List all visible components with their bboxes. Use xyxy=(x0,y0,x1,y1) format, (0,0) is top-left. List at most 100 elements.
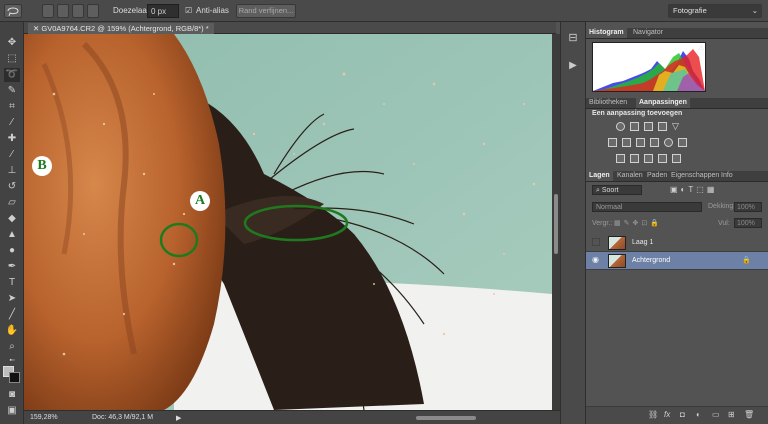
feather-input[interactable]: 0 px xyxy=(147,4,179,18)
folder-icon[interactable]: ▭ xyxy=(712,410,720,419)
fx-icon[interactable]: fx xyxy=(664,410,670,419)
trash-icon[interactable]: 🗑 xyxy=(744,410,754,419)
brightness-contrast-icon[interactable] xyxy=(616,122,625,131)
color-balance-icon[interactable] xyxy=(622,138,631,147)
lasso-preset-button[interactable] xyxy=(4,4,22,18)
path-selection-tool-icon[interactable]: ➤ xyxy=(4,292,20,306)
color-lookup-icon[interactable] xyxy=(678,138,687,147)
options-bar: Doezelaar: 0 px ☑ Anti-alias Rand verfij… xyxy=(0,0,768,22)
levels-icon[interactable] xyxy=(630,122,639,131)
intersect-selection-button[interactable] xyxy=(87,4,99,18)
tab-adjustments[interactable]: Aanpassingen xyxy=(636,98,690,108)
hand-tool-icon[interactable]: ✋ xyxy=(4,324,20,338)
history-brush-tool-icon[interactable]: ↺ xyxy=(4,180,20,194)
healing-brush-tool-icon[interactable]: ✚ xyxy=(4,132,20,146)
blend-mode-select[interactable]: Normaal xyxy=(592,202,702,212)
hue-saturation-icon[interactable] xyxy=(608,138,617,147)
opacity-input[interactable]: 100% xyxy=(734,202,762,212)
tab-channels[interactable]: Kanalen xyxy=(614,171,646,181)
exposure-icon[interactable] xyxy=(658,122,667,131)
layer-filter-icons[interactable]: ▣◐T⬚▦ xyxy=(670,185,717,194)
channel-mixer-icon[interactable] xyxy=(664,138,673,147)
layer-filter-select[interactable]: ⌕ Soort xyxy=(592,185,642,195)
eraser-tool-icon[interactable]: ▱ xyxy=(4,196,20,210)
tab-properties[interactable]: Eigenschappen xyxy=(668,171,722,181)
quick-mask-icon[interactable]: ◙ xyxy=(4,388,20,402)
blend-mode-value: Normaal xyxy=(596,204,623,211)
quick-selection-tool-icon[interactable]: ✎ xyxy=(4,84,20,98)
subtract-selection-button[interactable] xyxy=(72,4,84,18)
marquee-tool-icon[interactable]: ⬚ xyxy=(4,52,20,66)
vibrance-icon[interactable]: ▽ xyxy=(672,122,681,131)
blur-tool-icon[interactable]: ▲ xyxy=(4,228,20,242)
layer-name: Achtergrond xyxy=(632,257,671,264)
document-tab-bar: ✕ GV0A9764.CR2 @ 159% (Achtergrond, RGB/… xyxy=(24,22,556,34)
adjustments-panel-tabs: Bibliotheken Aanpassingen xyxy=(586,98,768,109)
tab-histogram[interactable]: Histogram xyxy=(586,28,627,38)
tab-libraries[interactable]: Bibliotheken xyxy=(586,98,630,108)
line-tool-icon[interactable]: ╱ xyxy=(4,308,20,322)
fill-input[interactable]: 100% xyxy=(734,218,762,228)
layer-row-selected[interactable]: ◉ Achtergrond 🔒 xyxy=(586,252,768,270)
histogram-graph xyxy=(592,42,706,92)
right-panel-dock: Histogram Navigator ⚠ Bibliotheken Aanpa… xyxy=(586,22,768,424)
selective-color-icon[interactable] xyxy=(658,154,667,163)
new-selection-button[interactable] xyxy=(42,4,54,18)
lasso-icon xyxy=(7,7,19,17)
pen-tool-icon[interactable]: ✒ xyxy=(4,260,20,274)
move-tool-icon[interactable]: ✥ xyxy=(4,36,20,50)
clipping-warning-icon[interactable]: ⚠ xyxy=(698,44,704,52)
screen-mode-icon[interactable]: ▣ xyxy=(4,404,20,418)
chevron-down-icon: ⌄ xyxy=(751,6,758,15)
invert-icon[interactable] xyxy=(616,154,625,163)
crop-tool-icon[interactable]: ⌗ xyxy=(4,100,20,114)
black-white-icon[interactable] xyxy=(636,138,645,147)
brush-tool-icon[interactable]: ∕ xyxy=(4,148,20,162)
document-title: GV0A9764.CR2 @ 159% (Achtergrond, RGB/8*… xyxy=(41,24,209,33)
vertical-scroll-thumb[interactable] xyxy=(554,194,558,254)
document-tab[interactable]: ✕ GV0A9764.CR2 @ 159% (Achtergrond, RGB/… xyxy=(28,23,214,34)
threshold-icon[interactable] xyxy=(644,154,653,163)
history-panel-icon[interactable]: ⊟ xyxy=(567,32,579,44)
adjustment-icon[interactable]: ◐ xyxy=(696,410,701,419)
posterize-icon[interactable] xyxy=(630,154,639,163)
eyedropper-tool-icon[interactable]: ⁄ xyxy=(4,116,20,130)
link-icon[interactable]: ⛓ xyxy=(648,410,658,419)
lasso-tool-icon[interactable]: ➰ xyxy=(4,68,20,82)
tab-layers[interactable]: Lagen xyxy=(586,171,613,181)
antialias-checkbox-icon[interactable]: ☑ xyxy=(185,6,192,15)
add-selection-button[interactable] xyxy=(57,4,69,18)
status-menu-arrow-icon[interactable]: ▶ xyxy=(176,414,181,422)
lock-icons[interactable]: ▦✎✥⊡🔒 xyxy=(614,219,662,227)
paint-bucket-tool-icon[interactable]: ◆ xyxy=(4,212,20,226)
eye-icon[interactable]: ◉ xyxy=(592,255,599,264)
new-layer-icon[interactable]: ⊞ xyxy=(728,410,735,419)
tab-info[interactable]: Info xyxy=(718,171,736,181)
gradient-map-icon[interactable] xyxy=(672,154,681,163)
zoom-tool-icon[interactable]: ⌕ xyxy=(4,340,20,354)
doc-size-info: Doc: 46,3 M/92,1 M xyxy=(92,414,154,421)
refine-edge-button[interactable]: Rand verfijnen... xyxy=(236,4,296,18)
annotation-label-a: A xyxy=(194,193,206,208)
zoom-level[interactable]: 159,28% xyxy=(30,414,58,421)
clone-stamp-tool-icon[interactable]: ⊥ xyxy=(4,164,20,178)
fill-label: Vul: xyxy=(718,220,730,227)
mask-icon[interactable]: ◘ xyxy=(680,410,685,419)
dodge-tool-icon[interactable]: ● xyxy=(4,244,20,258)
vertical-scrollbar[interactable] xyxy=(552,34,560,410)
curves-icon[interactable] xyxy=(644,122,653,131)
horizontal-scroll-thumb[interactable] xyxy=(416,416,476,420)
tab-paths[interactable]: Paden xyxy=(644,171,670,181)
layer-thumbnail xyxy=(608,236,626,250)
adjustments-heading: Een aanpassing toevoegen xyxy=(592,110,683,117)
actions-panel-icon[interactable]: ▶ xyxy=(567,60,579,72)
layer-row[interactable]: Laag 1 xyxy=(586,234,768,252)
image-canvas[interactable]: A B xyxy=(24,34,552,410)
tab-navigator[interactable]: Navigator xyxy=(630,28,666,38)
workspace-select[interactable]: Fotografie ⌄ xyxy=(668,4,762,18)
background-color-swatch[interactable] xyxy=(9,372,20,383)
photo-filter-icon[interactable] xyxy=(650,138,659,147)
visibility-toggle[interactable] xyxy=(592,238,600,246)
type-tool-icon[interactable]: T xyxy=(4,276,20,290)
histogram-channels xyxy=(593,49,705,91)
